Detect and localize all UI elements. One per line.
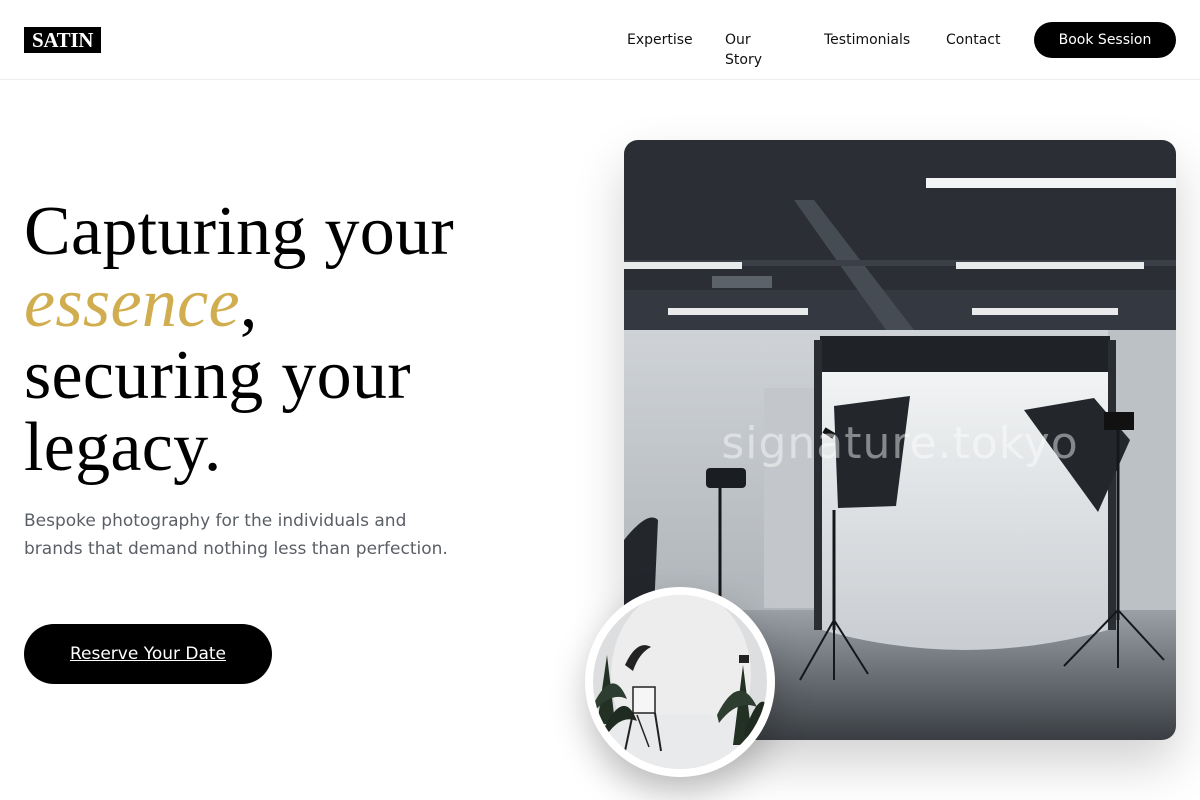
nav-link-contact[interactable]: Contact	[946, 30, 1000, 50]
nav-link-expertise[interactable]: Expertise	[627, 30, 693, 50]
reserve-date-button[interactable]: Reserve Your Date	[24, 624, 272, 684]
thumbnail-image	[593, 595, 767, 769]
nav-link-our-story[interactable]: Our Story	[725, 30, 762, 70]
headline-part3: legacy.	[24, 409, 222, 486]
hero-subtitle: Bespoke photography for the individuals …	[24, 511, 448, 559]
headline-part1: Capturing your	[24, 193, 454, 270]
headline-comma: ,	[239, 265, 258, 342]
headline-part2: securing your	[24, 337, 411, 414]
nav-link-testimonials[interactable]: Testimonials	[824, 30, 910, 50]
thumbnail-illustration	[593, 595, 767, 769]
studio-thumbnail	[585, 587, 775, 777]
site-header: SATIN Expertise Our Story Testimonials C…	[0, 0, 1200, 80]
book-session-button[interactable]: Book Session	[1034, 22, 1176, 58]
headline-accent: essence	[24, 265, 240, 342]
image-watermark: signature.tokyo	[721, 418, 1079, 469]
brand-logo[interactable]: SATIN	[24, 27, 102, 53]
hero-headline: Capturing your essence, securing your le…	[24, 196, 584, 484]
